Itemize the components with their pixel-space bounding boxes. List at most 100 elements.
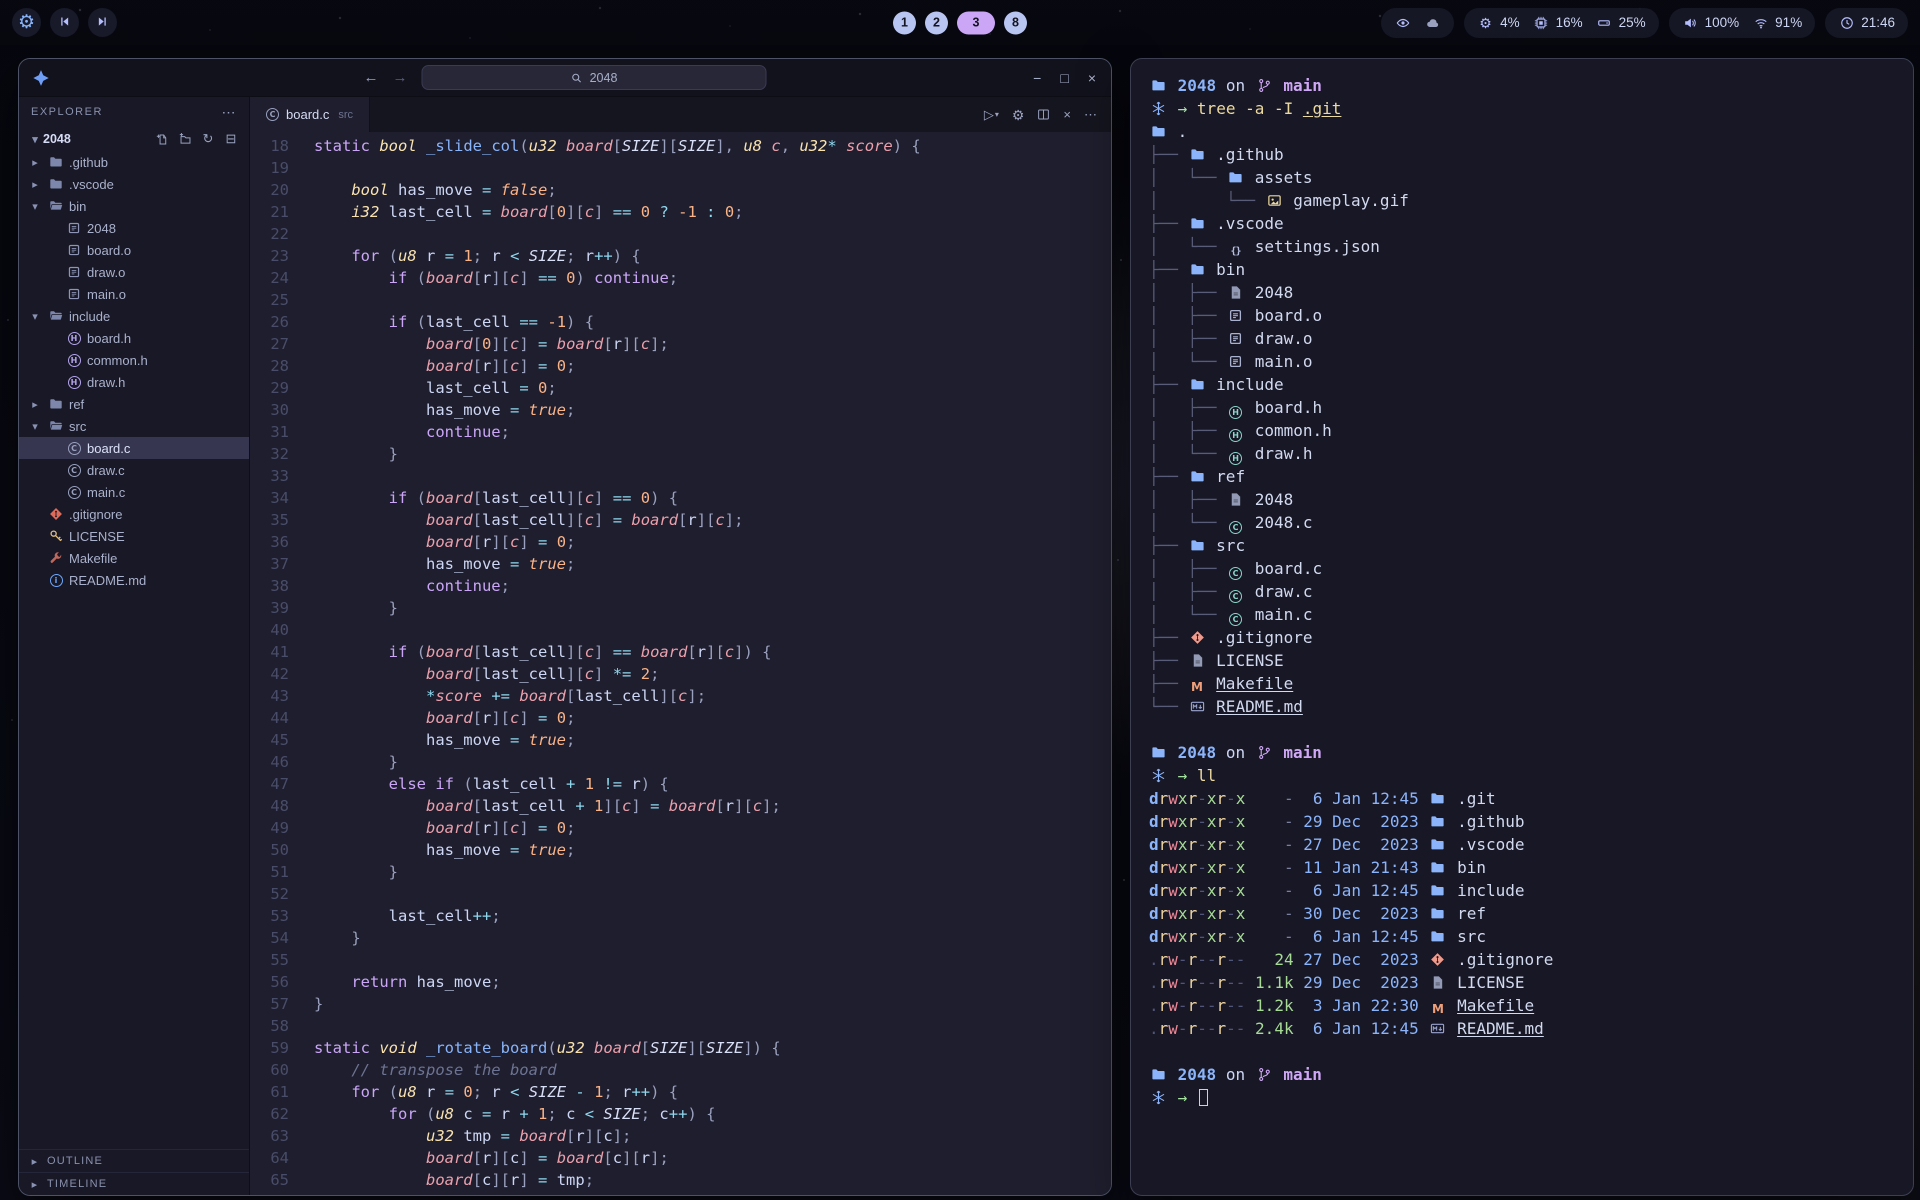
more-actions-button[interactable]: ⋯ [1084,108,1097,121]
explorer-item-board.c[interactable]: Cboard.c [19,437,249,459]
explorer-item-include[interactable]: ▾include [19,305,249,327]
wifi-icon [1752,14,1769,31]
line-number: 56 [250,971,314,993]
line-number: 28 [250,355,314,377]
folder-icon [1188,262,1207,278]
explorer-item-bin[interactable]: ▾bin [19,195,249,217]
terminal-window[interactable]: 2048 on main → tree -a -I .git .├── .git… [1130,58,1914,1196]
folder-icon [1428,837,1447,853]
new-file-button[interactable] [153,130,171,148]
explorer-item-main.c[interactable]: Cmain.c [19,481,249,503]
explorer-title: EXPLORER [31,106,103,118]
gear-icon: ⚙ [1012,108,1025,122]
tree-entry-draw.h: │ └── H draw.h [1149,442,1895,465]
cfile-icon: C [66,484,82,500]
explorer-item-2048[interactable]: 2048 [19,217,249,239]
tree-entry-bin: ├── bin [1149,258,1895,281]
minimize-button[interactable]: − [1033,70,1041,86]
workspace-1-button[interactable]: 1 [893,11,916,34]
workspace-8-button[interactable]: 8 [1004,11,1027,34]
line-number: 59 [250,1037,314,1059]
collapse-all-button[interactable]: ⊟ [222,130,240,148]
explorer-item-Makefile[interactable]: Makefile [19,547,249,569]
code-line-41: 41 if (board[last_cell][c] == board[r][c… [250,641,1111,663]
nav-back-button[interactable]: ← [364,69,379,86]
tree-entry-Makefile: ├── M Makefile [1149,672,1895,695]
explorer-sidebar: EXPLORER ⋯ ▾ 2048 ↻ ⊟ ▸.github▸.vscode▾b… [19,97,250,1195]
close-button[interactable]: × [1088,70,1096,86]
line-number: 41 [250,641,314,663]
line-number: 62 [250,1103,314,1125]
topbar-left: ⚙ [12,8,117,37]
line-number: 25 [250,289,314,311]
media-prev-button[interactable] [50,8,79,37]
refresh-button[interactable]: ↻ [199,130,217,148]
git-icon [48,506,64,522]
indicator-group [1381,8,1454,38]
explorer-item-board.h[interactable]: Hboard.h [19,327,249,349]
explorer-item-main.o[interactable]: main.o [19,283,249,305]
line-number: 64 [250,1147,314,1169]
explorer-item-draw.c[interactable]: Cdraw.c [19,459,249,481]
split-editor-button[interactable] [1037,108,1050,121]
explorer-item-board.o[interactable]: board.o [19,239,249,261]
code-editor[interactable]: 18static bool _slide_col(u32 board[SIZE]… [250,132,1111,1195]
chevron-down-icon: ▾ [27,133,43,146]
line-number: 21 [250,201,314,223]
code-line-54: 54 } [250,927,1111,949]
volume-value: 100% [1705,15,1740,30]
explorer-item-src[interactable]: ▾src [19,415,249,437]
explorer-item-.gitignore[interactable]: .gitignore [19,503,249,525]
explorer-item-draw.h[interactable]: Hdraw.h [19,371,249,393]
explorer-more-button[interactable]: ⋯ [222,104,238,121]
tab-board.c[interactable]: C board.c src [250,97,370,132]
workspace-3-button[interactable]: 3 [957,11,995,34]
line-number: 46 [250,751,314,773]
close-editor-button[interactable]: × [1063,108,1071,121]
explorer-root-folder[interactable]: ▾ 2048 ↻ ⊟ [19,127,249,151]
obj-icon [1226,308,1245,324]
code-line-57: 57} [250,993,1111,1015]
line-number: 49 [250,817,314,839]
tree-entry-.: . [1149,120,1895,143]
code-line-22: 22 [250,223,1111,245]
outline-panel[interactable]: ▸OUTLINE [19,1149,249,1172]
ls-entry-Makefile: .rw-r--r-- 1.2k 3 Jan 22:30 M Makefile [1149,994,1895,1017]
memory-icon [1533,14,1550,31]
file-icon [1188,653,1207,669]
folder-open-icon [48,418,64,434]
chevron-right-icon: ▸ [29,1178,41,1191]
ls-entry-LICENSE: .rw-r--r-- 1.1k 29 Dec 2023 LICENSE [1149,971,1895,994]
folder-icon [1428,906,1447,922]
obj-icon [66,242,82,258]
timeline-panel[interactable]: ▸TIMELINE [19,1172,249,1195]
settings-gear-button[interactable]: ⚙ [1012,108,1025,122]
line-number: 63 [250,1125,314,1147]
branch-icon [1255,78,1274,94]
new-folder-button[interactable] [176,130,194,148]
explorer-item-ref[interactable]: ▸ref [19,393,249,415]
command-center-search[interactable]: 2048 [422,65,767,90]
explorer-item-.vscode[interactable]: ▸.vscode [19,173,249,195]
line-number: 57 [250,993,314,1015]
explorer-item-README.md[interactable]: iREADME.md [19,569,249,591]
snow-icon [1149,101,1168,117]
file-icon [1226,492,1245,508]
line-number: 60 [250,1059,314,1081]
explorer-item-common.h[interactable]: Hcommon.h [19,349,249,371]
media-next-button[interactable] [88,8,117,37]
launcher-button[interactable]: ⚙ [12,8,41,37]
code-line-58: 58 [250,1015,1111,1037]
snow-icon [1149,768,1168,784]
explorer-item-.github[interactable]: ▸.github [19,151,249,173]
workspace-2-button[interactable]: 2 [925,11,948,34]
explorer-item-draw.o[interactable]: draw.o [19,261,249,283]
run-button[interactable]: ▷▾ [984,108,999,121]
folder-icon [1428,860,1447,876]
nav-forward-button[interactable]: → [393,69,408,86]
maximize-button[interactable]: □ [1060,70,1068,86]
git-icon [1188,630,1207,646]
folder-icon [1188,147,1207,163]
explorer-item-LICENSE[interactable]: LICENSE [19,525,249,547]
idle-inhibitor-icon[interactable] [1394,14,1411,31]
